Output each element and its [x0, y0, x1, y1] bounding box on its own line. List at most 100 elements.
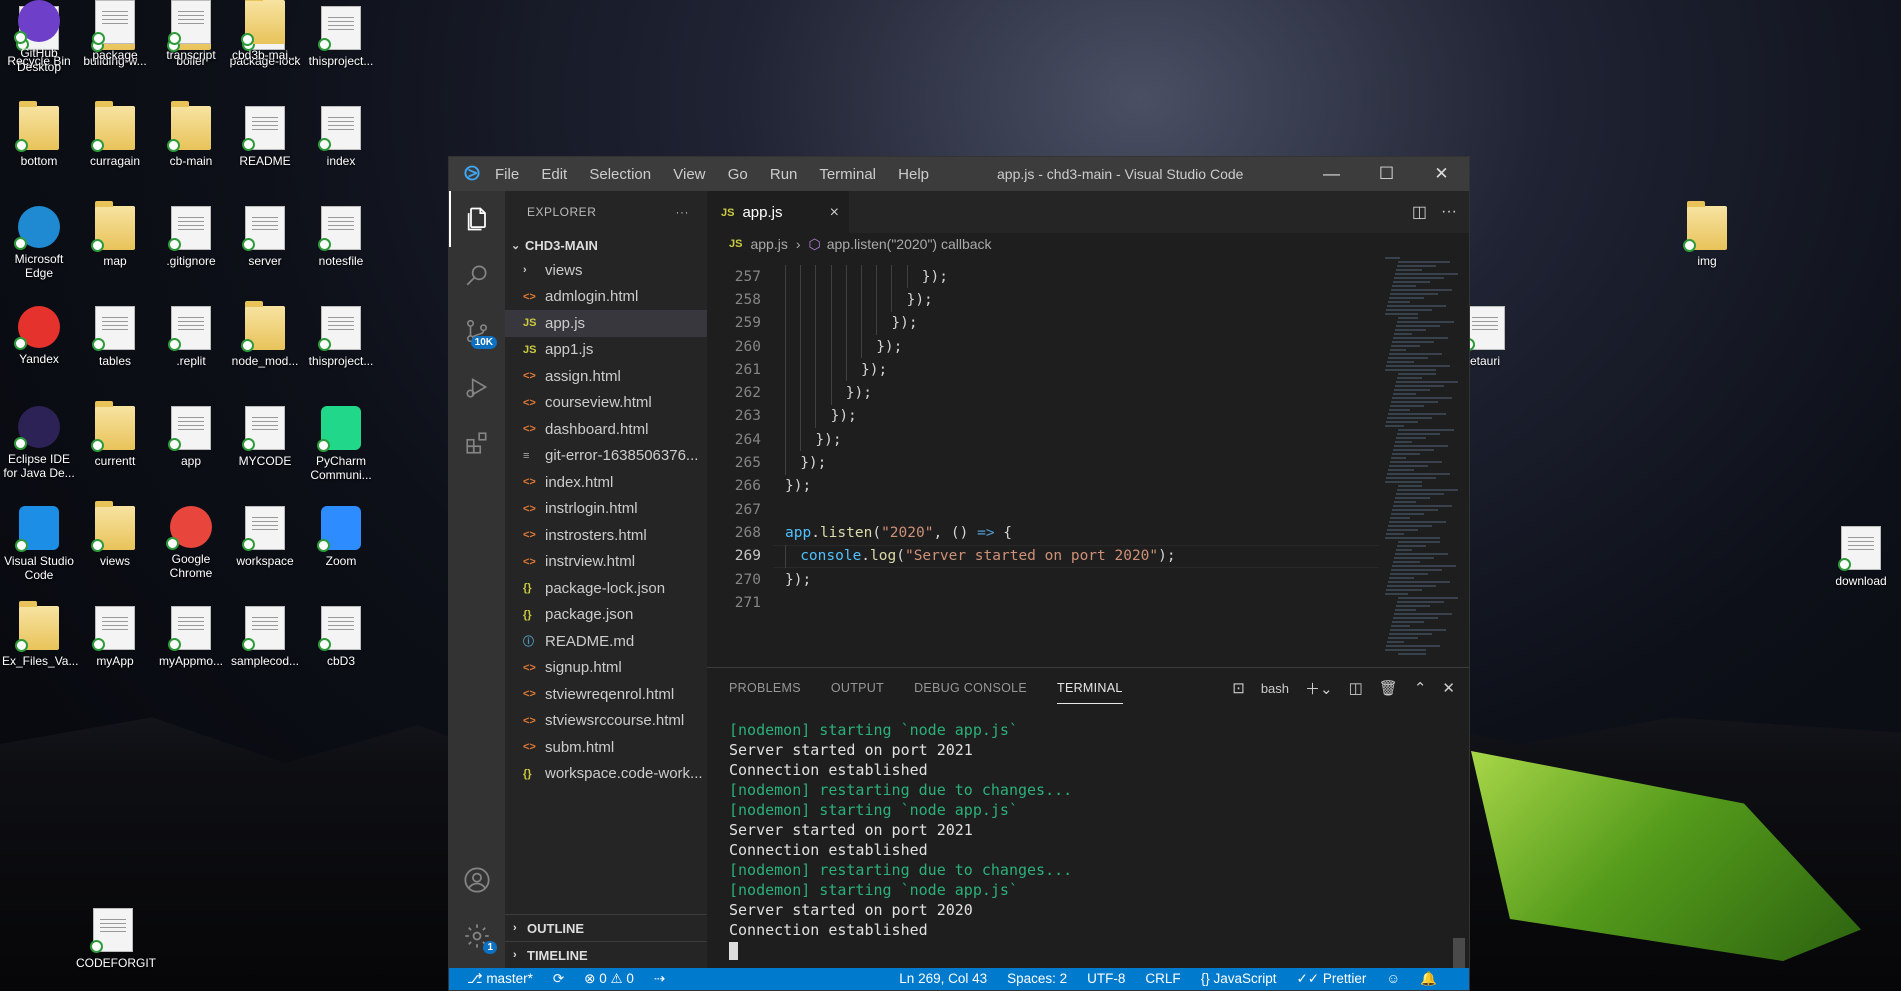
feedback-icon[interactable]: ☺: [1386, 971, 1400, 987]
file-tree-item[interactable]: <> stviewsrccourse.html: [505, 708, 707, 735]
code-line[interactable]: 260});: [707, 334, 1379, 359]
trash-icon[interactable]: 🗑: [1379, 679, 1398, 697]
file-tree-item[interactable]: <> subm.html: [505, 734, 707, 761]
desktop-icon[interactable]: MYCODE: [228, 406, 302, 468]
file-tree-item[interactable]: {} package.json: [505, 602, 707, 629]
desktop-icon[interactable]: workspace: [228, 506, 302, 568]
more-actions-icon[interactable]: ···: [1441, 203, 1457, 221]
desktop-icon[interactable]: Ex_Files_Va...: [2, 601, 78, 668]
desktop-icon[interactable]: Yandex: [2, 306, 76, 366]
accounts-icon[interactable]: [449, 852, 505, 908]
file-tree-item[interactable]: {} workspace.code-work...: [505, 761, 707, 788]
settings-gear-icon[interactable]: 1: [449, 908, 505, 964]
cursor-position[interactable]: Ln 269, Col 43: [899, 971, 987, 987]
file-tree-item[interactable]: JS app1.js: [505, 337, 707, 364]
desktop-icon[interactable]: Eclipse IDE for Java De...: [2, 406, 76, 480]
desktop-icon[interactable]: app: [154, 406, 228, 468]
line-endings[interactable]: CRLF: [1145, 971, 1180, 987]
desktop-icon[interactable]: transcript: [154, 0, 228, 62]
menu-file[interactable]: File: [495, 166, 519, 183]
vscode-logo-icon[interactable]: ⧁: [449, 163, 495, 186]
file-tree-item[interactable]: {} package-lock.json: [505, 575, 707, 602]
desktop-icon[interactable]: .replit: [154, 306, 228, 368]
desktop-icon[interactable]: myAppmo...: [154, 606, 228, 668]
desktop-icon[interactable]: currentt: [78, 401, 152, 468]
code-line[interactable]: 266});: [707, 475, 1379, 498]
desktop-icon[interactable]: thisproject...: [304, 306, 378, 368]
outline-section[interactable]: › OUTLINE: [505, 914, 707, 941]
close-panel-icon[interactable]: ✕: [1442, 679, 1455, 697]
explorer-more-icon[interactable]: ···: [676, 205, 690, 219]
problems-status[interactable]: ⊗ 0 ⚠ 0: [584, 971, 634, 987]
menu-terminal[interactable]: Terminal: [819, 166, 876, 183]
desktop-icon[interactable]: Zoom: [304, 506, 378, 568]
desktop-icon[interactable]: server: [228, 206, 302, 268]
desktop-icon[interactable]: map: [78, 201, 152, 268]
minimize-button[interactable]: —: [1304, 157, 1359, 191]
file-tree-item[interactable]: ⓘ README.md: [505, 628, 707, 655]
desktop-icon[interactable]: tables: [78, 306, 152, 368]
notifications-bell-icon[interactable]: 🔔: [1420, 971, 1437, 987]
maximize-panel-icon[interactable]: ⌃: [1414, 679, 1427, 697]
new-terminal-icon[interactable]: ＋⌄: [1305, 678, 1333, 699]
shell-name[interactable]: bash: [1261, 681, 1289, 696]
desktop-icon[interactable]: PyCharm Communi...: [304, 406, 378, 482]
desktop-icon[interactable]: cbD3: [304, 606, 378, 668]
desktop-icon[interactable]: GitHub Desktop: [2, 0, 76, 74]
desktop-icon[interactable]: myApp: [78, 606, 152, 668]
menu-go[interactable]: Go: [728, 166, 748, 183]
menu-run[interactable]: Run: [770, 166, 798, 183]
file-tree-item[interactable]: › views: [505, 257, 707, 284]
search-icon[interactable]: [449, 247, 505, 303]
code-line[interactable]: 261});: [707, 358, 1379, 382]
file-tree-item[interactable]: <> admlogin.html: [505, 284, 707, 311]
file-tree-item[interactable]: <> signup.html: [505, 655, 707, 682]
minimap[interactable]: [1385, 255, 1458, 655]
desktop-icon[interactable]: img: [1670, 201, 1744, 268]
desktop-icon[interactable]: Google Chrome: [154, 506, 228, 580]
menu-view[interactable]: View: [673, 166, 705, 183]
file-tree-item[interactable]: JS app.js: [505, 310, 707, 337]
timeline-section[interactable]: › TIMELINE: [505, 941, 707, 968]
code-line[interactable]: 262});: [707, 381, 1379, 405]
explorer-icon[interactable]: [449, 191, 505, 247]
extensions-icon[interactable]: [449, 415, 505, 471]
code-line[interactable]: 265});: [707, 451, 1379, 475]
split-editor-icon[interactable]: ◫: [1412, 202, 1427, 222]
tab-app-js[interactable]: JS app.js ×: [707, 191, 849, 233]
language-mode[interactable]: {} JavaScript: [1201, 971, 1277, 987]
encoding[interactable]: UTF-8: [1087, 971, 1125, 987]
desktop-icon[interactable]: download: [1824, 526, 1898, 588]
code-editor[interactable]: 257}); 258}); 259}); 260}); 261}); 262}); 263}…: [707, 255, 1379, 667]
menu-selection[interactable]: Selection: [589, 166, 651, 183]
desktop-icon[interactable]: thisproject...: [304, 6, 378, 68]
desktop-icon[interactable]: package: [78, 0, 152, 62]
desktop-icon[interactable]: views: [78, 501, 152, 568]
desktop-icon[interactable]: README: [228, 106, 302, 168]
desktop-icon[interactable]: bottom: [2, 101, 76, 168]
desktop-icon[interactable]: Microsoft Edge: [2, 206, 76, 280]
code-line[interactable]: 271: [707, 591, 1379, 614]
file-tree-item[interactable]: <> assign.html: [505, 363, 707, 390]
terminal-scrollbar[interactable]: [1453, 938, 1465, 972]
panel-tab[interactable]: TERMINAL: [1057, 673, 1123, 704]
sync-icon[interactable]: ⟳: [553, 971, 564, 987]
terminal-output[interactable]: [nodemon] starting `node app.js` Server s…: [729, 720, 1449, 968]
desktop-icon[interactable]: CODEFORGIT: [76, 908, 156, 970]
breadcrumb-symbol[interactable]: app.listen("2020") callback: [827, 236, 992, 252]
code-line[interactable]: 264});: [707, 428, 1379, 452]
desktop-icon[interactable]: cbd3b-mai...: [228, 0, 302, 62]
close-tab-icon[interactable]: ×: [830, 204, 839, 222]
run-debug-icon[interactable]: [449, 359, 505, 415]
code-line[interactable]: 267: [707, 498, 1379, 521]
close-window-button[interactable]: ✕: [1414, 157, 1469, 191]
file-tree-item[interactable]: <> instrosters.html: [505, 522, 707, 549]
desktop-icon[interactable]: samplecod...: [228, 606, 302, 668]
code-line[interactable]: 259});: [707, 311, 1379, 335]
file-tree-item[interactable]: <> index.html: [505, 469, 707, 496]
desktop-icon[interactable]: curragain: [78, 101, 152, 168]
indentation[interactable]: Spaces: 2: [1007, 971, 1067, 987]
code-line[interactable]: 263});: [707, 404, 1379, 429]
file-tree-item[interactable]: <> dashboard.html: [505, 416, 707, 443]
code-line[interactable]: 257});: [707, 265, 1379, 289]
